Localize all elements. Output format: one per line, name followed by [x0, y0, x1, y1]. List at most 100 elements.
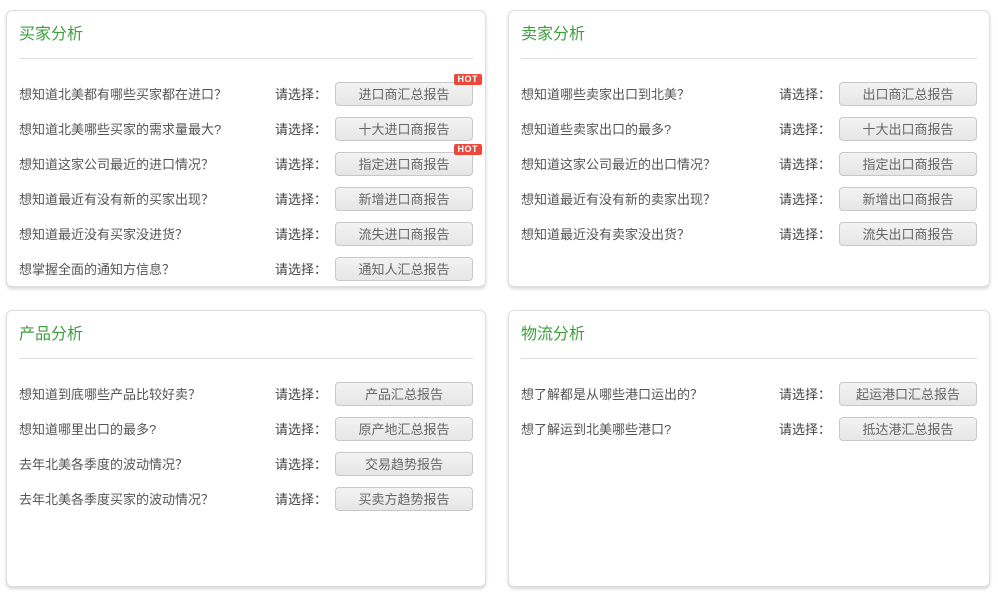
panel-buyer-analysis: 买家分析 想知道北美都有哪些买家都在进口？ 请选择： 进口商汇总报告 HOT 想… — [6, 10, 486, 287]
question-text: 想知道些卖家出口的最多? — [521, 119, 779, 138]
panel-title: 物流分析 — [521, 326, 977, 343]
select-label: 请选择： — [275, 454, 327, 473]
hot-badge: HOT — [454, 144, 483, 155]
report-button-label: 十大出口商报告 — [862, 119, 953, 138]
select-label: 请选择： — [779, 119, 831, 138]
divider — [521, 58, 977, 59]
question-text: 想掌握全面的通知方信息？ — [19, 259, 275, 278]
select-label: 请选择： — [779, 224, 831, 243]
question-text: 想知道哪里出口的最多? — [19, 419, 275, 438]
report-row: 想知道这家公司最近的进口情况？ 请选择： 指定进口商报告 HOT — [19, 146, 473, 181]
report-button[interactable]: 通知人汇总报告 — [335, 257, 473, 281]
report-button[interactable]: 出口商汇总报告 — [839, 82, 977, 106]
select-label: 请选择： — [275, 489, 327, 508]
question-text: 想知道这家公司最近的出口情况？ — [521, 154, 779, 173]
select-label: 请选择： — [275, 189, 327, 208]
report-row: 想知道到底哪些产品比较好卖？ 请选择： 产品汇总报告 — [19, 376, 473, 411]
select-label: 请选择： — [275, 259, 327, 278]
report-button-label: 进口商汇总报告 — [358, 84, 449, 103]
question-text: 想知道最近没有卖家没出货？ — [521, 224, 779, 243]
report-button[interactable]: 买卖方趋势报告 — [335, 487, 473, 511]
report-row: 想了解都是从哪些港口运出的？ 请选择： 起运港口汇总报告 — [521, 376, 977, 411]
select-label: 请选择： — [275, 154, 327, 173]
report-button-label: 流失进口商报告 — [358, 224, 449, 243]
panel-logistics-analysis: 物流分析 想了解都是从哪些港口运出的？ 请选择： 起运港口汇总报告 想了解运到北… — [508, 310, 990, 587]
report-row: 想掌握全面的通知方信息？ 请选择： 通知人汇总报告 — [19, 251, 473, 286]
report-button[interactable]: 原产地汇总报告 — [335, 417, 473, 441]
analysis-dashboard: 买家分析 想知道北美都有哪些买家都在进口？ 请选择： 进口商汇总报告 HOT 想… — [0, 0, 998, 598]
report-row: 想知道哪里出口的最多? 请选择： 原产地汇总报告 — [19, 411, 473, 446]
select-label: 请选择： — [275, 384, 327, 403]
report-button[interactable]: 流失进口商报告 — [335, 222, 473, 246]
select-label: 请选择： — [275, 224, 327, 243]
report-button[interactable]: 起运港口汇总报告 — [839, 382, 977, 406]
report-button[interactable]: 十大出口商报告 — [839, 117, 977, 141]
report-button[interactable]: 抵达港汇总报告 — [839, 417, 977, 441]
report-button-label: 起运港口汇总报告 — [856, 384, 960, 403]
report-row: 想知道最近有没有新的卖家出现？ 请选择： 新增出口商报告 — [521, 181, 977, 216]
report-rows: 想知道北美都有哪些买家都在进口？ 请选择： 进口商汇总报告 HOT 想知道北美哪… — [19, 76, 473, 286]
report-button-label: 指定进口商报告 — [358, 154, 449, 173]
report-button-label: 出口商汇总报告 — [862, 84, 953, 103]
report-button-label: 交易趋势报告 — [365, 454, 443, 473]
report-button[interactable]: 交易趋势报告 — [335, 452, 473, 476]
question-text: 想知道北美都有哪些买家都在进口？ — [19, 84, 275, 103]
report-row: 想知道这家公司最近的出口情况？ 请选择： 指定出口商报告 — [521, 146, 977, 181]
report-button[interactable]: 指定出口商报告 — [839, 152, 977, 176]
report-row: 想知道北美都有哪些买家都在进口？ 请选择： 进口商汇总报告 HOT — [19, 76, 473, 111]
panel-title: 产品分析 — [19, 326, 473, 343]
select-label: 请选择： — [779, 384, 831, 403]
select-label: 请选择： — [275, 119, 327, 138]
report-row: 想了解运到北美哪些港口? 请选择： 抵达港汇总报告 — [521, 411, 977, 446]
report-row: 想知道最近有没有新的买家出现？ 请选择： 新增进口商报告 — [19, 181, 473, 216]
report-button-label: 新增进口商报告 — [358, 189, 449, 208]
report-button[interactable]: 新增进口商报告 — [335, 187, 473, 211]
report-button[interactable]: 指定进口商报告 HOT — [335, 152, 473, 176]
report-row: 想知道北美哪些买家的需求量最大? 请选择： 十大进口商报告 — [19, 111, 473, 146]
report-row: 想知道哪些卖家出口到北美？ 请选择： 出口商汇总报告 — [521, 76, 977, 111]
divider — [19, 358, 473, 359]
report-button[interactable]: 产品汇总报告 — [335, 382, 473, 406]
report-button[interactable]: 进口商汇总报告 HOT — [335, 82, 473, 106]
report-row: 想知道最近没有卖家没出货？ 请选择： 流失出口商报告 — [521, 216, 977, 251]
question-text: 去年北美各季度买家的波动情况？ — [19, 489, 275, 508]
report-button-label: 十大进口商报告 — [358, 119, 449, 138]
question-text: 想知道北美哪些买家的需求量最大? — [19, 119, 275, 138]
report-rows: 想知道哪些卖家出口到北美？ 请选择： 出口商汇总报告 想知道些卖家出口的最多? … — [521, 76, 977, 251]
report-button[interactable]: 新增出口商报告 — [839, 187, 977, 211]
question-text: 想知道最近有没有新的卖家出现？ — [521, 189, 779, 208]
report-button-label: 抵达港汇总报告 — [862, 419, 953, 438]
report-row: 去年北美各季度的波动情况？ 请选择： 交易趋势报告 — [19, 446, 473, 481]
question-text: 想知道最近没有买家没进货？ — [19, 224, 275, 243]
divider — [19, 58, 473, 59]
divider — [521, 358, 977, 359]
question-text: 想知道到底哪些产品比较好卖？ — [19, 384, 275, 403]
question-text: 想了解运到北美哪些港口? — [521, 419, 779, 438]
select-label: 请选择： — [779, 189, 831, 208]
question-text: 想知道最近有没有新的买家出现？ — [19, 189, 275, 208]
report-button-label: 通知人汇总报告 — [358, 259, 449, 278]
select-label: 请选择： — [779, 154, 831, 173]
select-label: 请选择： — [779, 84, 831, 103]
report-rows: 想了解都是从哪些港口运出的？ 请选择： 起运港口汇总报告 想了解运到北美哪些港口… — [521, 376, 977, 446]
select-label: 请选择： — [275, 419, 327, 438]
panel-product-analysis: 产品分析 想知道到底哪些产品比较好卖？ 请选择： 产品汇总报告 想知道哪里出口的… — [6, 310, 486, 587]
question-text: 去年北美各季度的波动情况？ — [19, 454, 275, 473]
report-button-label: 新增出口商报告 — [862, 189, 953, 208]
report-button-label: 原产地汇总报告 — [358, 419, 449, 438]
report-row: 去年北美各季度买家的波动情况？ 请选择： 买卖方趋势报告 — [19, 481, 473, 516]
report-rows: 想知道到底哪些产品比较好卖？ 请选择： 产品汇总报告 想知道哪里出口的最多? 请… — [19, 376, 473, 516]
question-text: 想知道这家公司最近的进口情况？ — [19, 154, 275, 173]
report-button-label: 产品汇总报告 — [365, 384, 443, 403]
report-button[interactable]: 流失出口商报告 — [839, 222, 977, 246]
panel-title: 卖家分析 — [521, 26, 977, 43]
panel-title: 买家分析 — [19, 26, 473, 43]
report-button-label: 指定出口商报告 — [862, 154, 953, 173]
hot-badge: HOT — [454, 74, 483, 85]
report-button[interactable]: 十大进口商报告 — [335, 117, 473, 141]
select-label: 请选择： — [779, 419, 831, 438]
question-text: 想知道哪些卖家出口到北美？ — [521, 84, 779, 103]
select-label: 请选择： — [275, 84, 327, 103]
report-row: 想知道些卖家出口的最多? 请选择： 十大出口商报告 — [521, 111, 977, 146]
report-button-label: 流失出口商报告 — [862, 224, 953, 243]
